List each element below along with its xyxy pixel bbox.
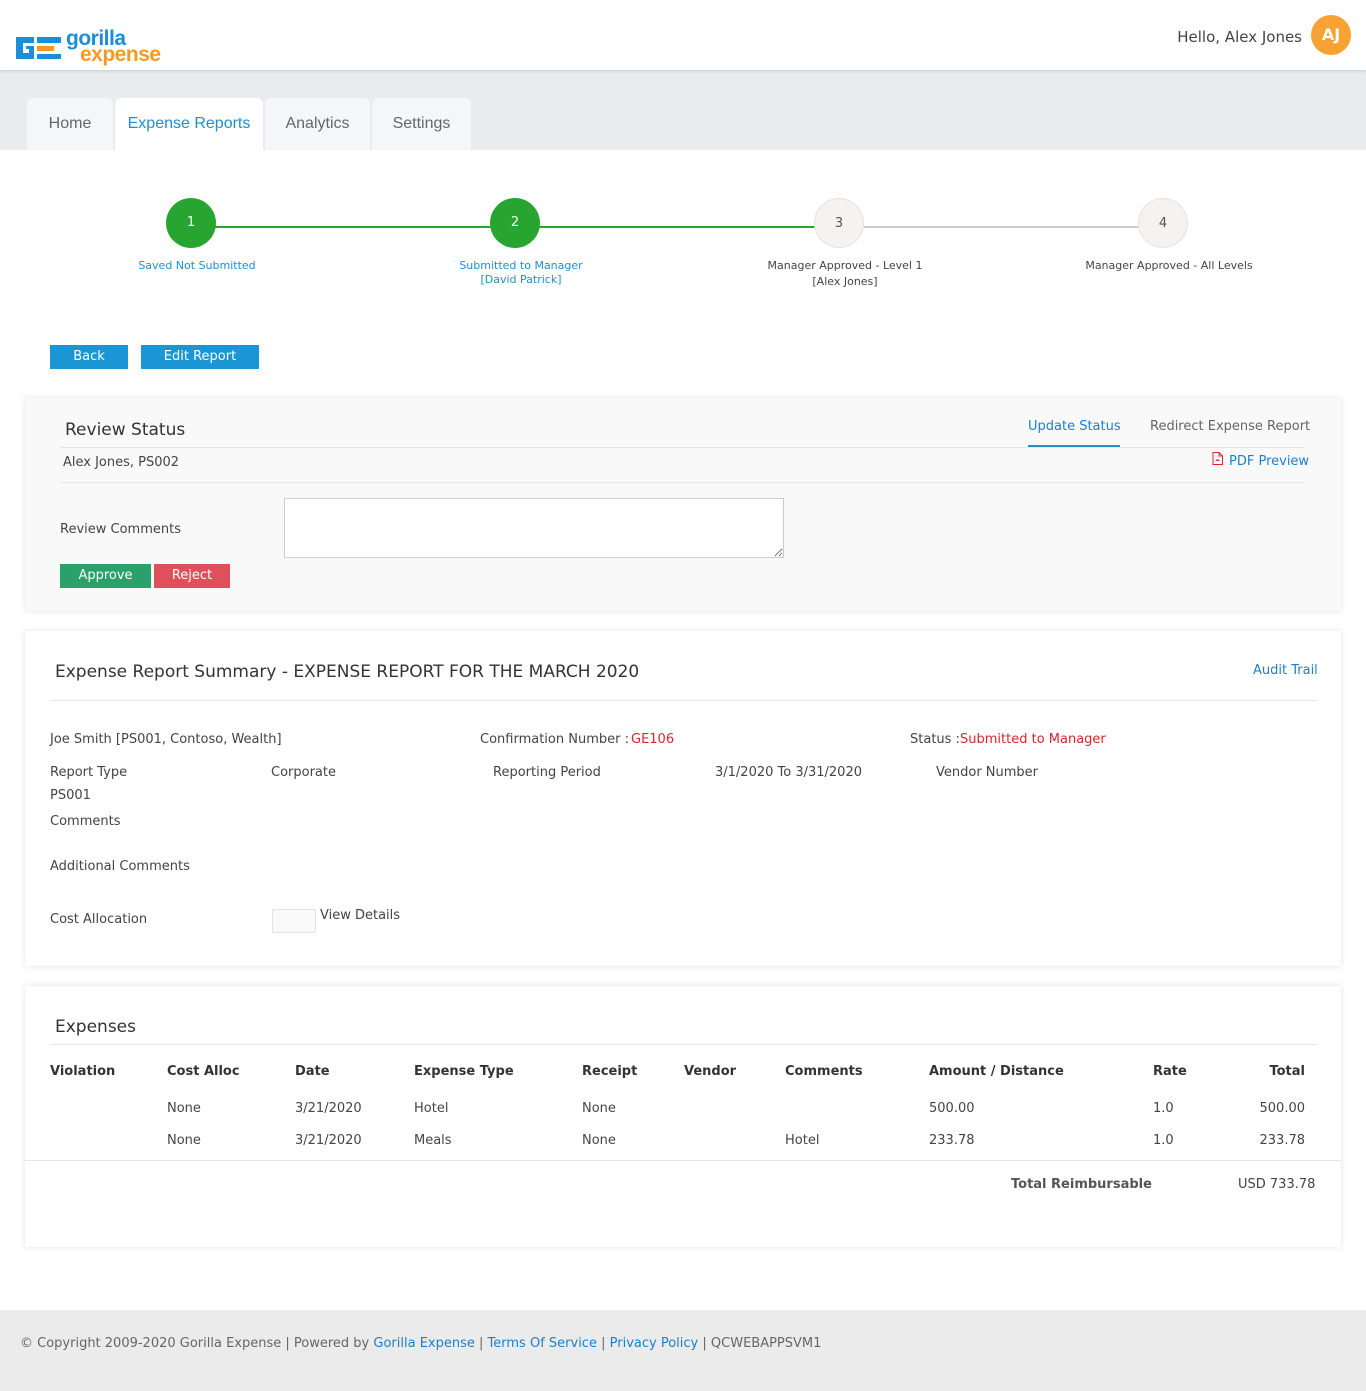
status-label: Status : [910, 732, 960, 747]
edit-report-button[interactable]: Edit Report [141, 345, 259, 369]
logo-mark-icon [16, 37, 61, 59]
step-2-circle: 2 [490, 198, 540, 248]
row-total: 500.00 [1259, 1101, 1306, 1116]
tab-expense-reports[interactable]: Expense Reports [115, 98, 263, 150]
expenses-title: Expenses [55, 1017, 136, 1037]
review-divider-1 [60, 447, 1305, 448]
review-comments-input[interactable] [284, 498, 784, 558]
row-rate: 1.0 [1153, 1133, 1174, 1148]
audit-trail-link[interactable]: Audit Trail [1253, 663, 1318, 678]
redirect-expense-report-tab[interactable]: Redirect Expense Report [1150, 419, 1310, 434]
copyright-text: © Copyright 2009-2020 Gorilla Expense | … [20, 1336, 370, 1351]
summary-employee: Joe Smith [PS001, Contoso, Wealth] [50, 732, 282, 747]
tab-bar: Home Expense Reports Analytics Settings [0, 70, 1366, 150]
total-reimbursable-label: Total Reimbursable [1011, 1177, 1152, 1192]
back-button[interactable]: Back [50, 345, 128, 369]
pdf-preview-link[interactable]: PDF Preview [1229, 454, 1309, 469]
footer-separator: | [702, 1336, 707, 1351]
step-4-label: Manager Approved - All Levels [1085, 259, 1253, 272]
approve-button[interactable]: Approve [60, 564, 151, 588]
server-name: QCWEBAPPSVM1 [710, 1336, 822, 1351]
step-1-circle: 1 [166, 198, 216, 248]
status-value: Submitted to Manager [960, 732, 1106, 747]
comments-label: Comments [50, 814, 121, 829]
step-connector-1 [191, 226, 515, 228]
row-receipt: None [582, 1101, 616, 1116]
row-expense-type-link[interactable]: Hotel [414, 1101, 448, 1116]
tab-analytics[interactable]: Analytics [265, 98, 370, 150]
row-total: 233.78 [1259, 1133, 1306, 1148]
reporting-period-value: 3/1/2020 To 3/31/2020 [715, 765, 862, 780]
terms-of-service-link[interactable]: Terms Of Service [488, 1336, 597, 1351]
row-cost-alloc: None [167, 1133, 201, 1148]
col-comments: Comments [785, 1064, 863, 1079]
report-type-value: Corporate [271, 765, 336, 780]
review-divider-2 [60, 482, 1305, 483]
summary-title: Expense Report Summary - EXPENSE REPORT … [55, 662, 640, 682]
step-3-label: Manager Approved - Level 1 [767, 259, 923, 272]
pdf-file-icon [1212, 452, 1223, 465]
additional-comments-label: Additional Comments [50, 859, 190, 874]
step-2-label: Submitted to Manager [459, 259, 583, 272]
reject-button[interactable]: Reject [154, 564, 230, 588]
summary-divider [50, 700, 1316, 701]
footer-line: © Copyright 2009-2020 Gorilla Expense | … [20, 1336, 821, 1351]
row-receipt: None [582, 1133, 616, 1148]
avatar[interactable]: AJ [1311, 15, 1351, 55]
report-type-label: Report Type [50, 765, 128, 780]
review-employee: Alex Jones, PS002 [63, 455, 180, 470]
powered-by-link[interactable]: Gorilla Expense [373, 1336, 474, 1351]
tab-home[interactable]: Home [27, 98, 113, 150]
vendor-number-label: Vendor Number [936, 765, 1039, 780]
expenses-divider [50, 1044, 1316, 1045]
row-expense-type-link[interactable]: Meals [414, 1133, 452, 1148]
gorilla-expense-logo[interactable]: gorilla expense [14, 27, 174, 69]
confirmation-number-value: GE106 [631, 732, 675, 747]
footer-separator: | [601, 1336, 606, 1351]
col-total: Total [1269, 1064, 1305, 1079]
step-1-label: Saved Not Submitted [138, 259, 256, 272]
cost-allocation-label: Cost Allocation [50, 912, 148, 927]
expenses-card [25, 986, 1341, 1247]
total-reimbursable-value: USD 733.78 [1238, 1177, 1316, 1192]
privacy-policy-link[interactable]: Privacy Policy [610, 1336, 699, 1351]
row-date: 3/21/2020 [295, 1133, 362, 1148]
col-rate: Rate [1153, 1064, 1187, 1079]
review-status-title: Review Status [65, 420, 186, 440]
logo-text-expense: expense [80, 43, 161, 66]
review-comments-label: Review Comments [60, 522, 181, 537]
col-expense-type: Expense Type [414, 1064, 514, 1079]
cost-allocation-toggle[interactable] [272, 909, 316, 933]
reporting-period-label: Reporting Period [493, 765, 601, 780]
row-comments: Hotel [785, 1133, 820, 1148]
step-4-circle: 4 [1138, 198, 1188, 248]
step-3-sublabel: [Alex Jones] [812, 275, 878, 288]
tab-settings[interactable]: Settings [372, 98, 471, 150]
confirmation-number-label: Confirmation Number : [480, 732, 629, 747]
col-violation: Violation [50, 1064, 116, 1079]
step-connector-3 [839, 226, 1163, 228]
footer-separator: | [479, 1336, 484, 1351]
user-greeting: Hello, Alex Jones [1177, 28, 1302, 46]
top-bar: gorilla expense Hello, Alex Jones AJ [0, 0, 1366, 70]
expenses-total-divider [25, 1160, 1341, 1161]
col-cost-alloc: Cost Alloc [167, 1064, 240, 1079]
col-amount-distance: Amount / Distance [929, 1064, 1064, 1079]
col-receipt: Receipt [582, 1064, 638, 1079]
step-3-circle: 3 [814, 198, 864, 248]
row-amount: 233.78 [929, 1133, 975, 1148]
row-amount: 500.00 [929, 1101, 975, 1116]
step-connector-2 [515, 226, 839, 228]
footer: © Copyright 2009-2020 Gorilla Expense | … [0, 1310, 1366, 1391]
col-date: Date [295, 1064, 330, 1079]
employee-code: PS001 [50, 788, 91, 803]
col-vendor: Vendor [684, 1064, 737, 1079]
row-rate: 1.0 [1153, 1101, 1174, 1116]
update-status-tab[interactable]: Update Status [1028, 419, 1121, 434]
row-cost-alloc: None [167, 1101, 201, 1116]
step-2-sublabel: [David Patrick] [480, 273, 562, 286]
row-date: 3/21/2020 [295, 1101, 362, 1116]
view-details-label[interactable]: View Details [320, 908, 400, 923]
